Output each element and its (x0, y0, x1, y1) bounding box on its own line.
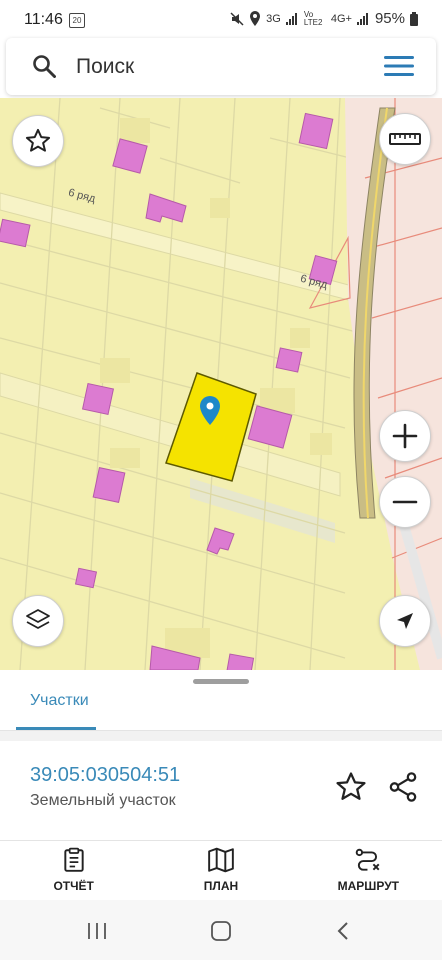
plan-label: ПЛАН (203, 879, 239, 893)
report-icon (64, 847, 84, 872)
drag-handle[interactable] (193, 679, 249, 684)
zoom-in-button[interactable] (379, 410, 431, 462)
parcel-info-panel: Участки 39:05:030504:51 Земельный участо… (0, 670, 442, 900)
signal-icon-2 (356, 12, 368, 25)
ruler-icon (389, 133, 421, 145)
parcel-type: Земельный участок (30, 792, 176, 809)
map-plan-icon (208, 847, 234, 873)
share-icon[interactable] (386, 770, 420, 804)
search-input[interactable] (74, 50, 368, 84)
battery-percent: 95% (374, 10, 405, 27)
network-4g-label: 4G+ (330, 12, 352, 25)
search-bar (6, 38, 436, 95)
route-label: МАРШРУТ (337, 879, 399, 893)
home-icon[interactable] (210, 921, 232, 941)
tab-parcels[interactable]: Участки (30, 692, 89, 710)
favorite-star-icon[interactable] (334, 770, 368, 804)
map-view[interactable]: 6 ряд 6 ряд (0, 98, 442, 670)
layers-button[interactable] (12, 595, 64, 647)
system-navigation-bar (0, 900, 442, 960)
mute-icon (230, 11, 244, 26)
favorite-button[interactable] (12, 115, 64, 167)
back-icon[interactable] (336, 921, 350, 941)
location-pin-icon[interactable] (199, 396, 221, 426)
layers-icon (26, 609, 50, 629)
divider (0, 840, 442, 841)
recent-apps-icon[interactable] (86, 922, 108, 940)
plan-button[interactable]: ПЛАН (147, 842, 294, 900)
cadastral-map[interactable] (0, 98, 442, 670)
search-icon[interactable] (32, 54, 56, 78)
navigation-arrow-icon (397, 613, 413, 629)
menu-icon[interactable] (384, 54, 414, 78)
report-button[interactable]: ОТЧЁТ (0, 842, 147, 900)
star-outline-icon (25, 128, 51, 152)
route-button[interactable]: МАРШРУТ (295, 842, 442, 900)
status-icons: 3G Vo LTE2 4G+ 95% (230, 10, 418, 27)
network-3g-label: 3G (266, 12, 281, 25)
zoom-out-button[interactable] (379, 476, 431, 528)
network-volte-label: Vo LTE2 (303, 9, 323, 27)
route-icon (356, 848, 380, 871)
status-bar: 11:46 20 3G Vo LTE2 4G+ 95% (0, 0, 442, 40)
action-bar: ОТЧЁТ ПЛАН МАРШРУТ (0, 842, 442, 900)
section-gap (0, 731, 442, 741)
my-location-button[interactable] (379, 595, 431, 647)
notification-badge: 20 (69, 13, 85, 28)
signal-icon (285, 12, 297, 25)
ruler-button[interactable] (379, 113, 431, 165)
minus-icon (392, 500, 418, 504)
status-time: 11:46 (24, 11, 63, 28)
location-icon (250, 11, 261, 26)
battery-icon (410, 11, 418, 26)
report-label: ОТЧЁТ (53, 879, 94, 893)
cadastral-number[interactable]: 39:05:030504:51 (30, 764, 180, 787)
plus-icon (392, 423, 418, 449)
